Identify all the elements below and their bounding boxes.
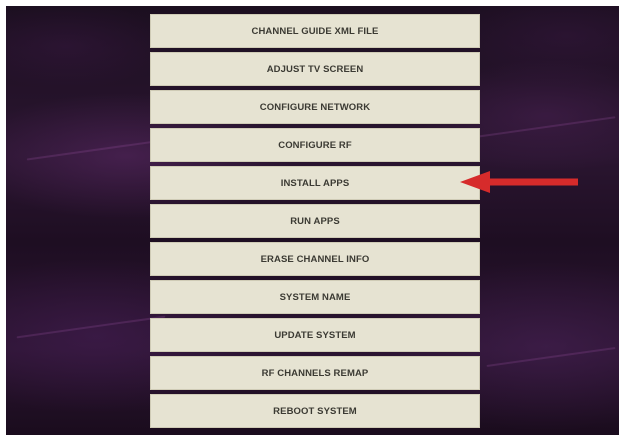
menu-item-reboot-system[interactable]: REBOOT SYSTEM (150, 394, 480, 428)
menu-item-erase-channel-info[interactable]: ERASE CHANNEL INFO (150, 242, 480, 276)
menu-item-adjust-tv-screen[interactable]: ADJUST TV SCREEN (150, 52, 480, 86)
menu-item-rf-channels-remap[interactable]: RF CHANNELS REMAP (150, 356, 480, 390)
menu-item-configure-rf[interactable]: CONFIGURE RF (150, 128, 480, 162)
menu-item-configure-network[interactable]: CONFIGURE NETWORK (150, 90, 480, 124)
background-streak (476, 116, 616, 138)
background-streak (16, 315, 166, 339)
settings-menu: CHANNEL GUIDE XML FILE ADJUST TV SCREEN … (150, 14, 480, 428)
menu-item-system-name[interactable]: SYSTEM NAME (150, 280, 480, 314)
menu-item-channel-guide-xml-file[interactable]: CHANNEL GUIDE XML FILE (150, 14, 480, 48)
background-streak (486, 346, 616, 368)
menu-item-update-system[interactable]: UPDATE SYSTEM (150, 318, 480, 352)
menu-item-install-apps[interactable]: INSTALL APPS (150, 166, 480, 200)
menu-item-run-apps[interactable]: RUN APPS (150, 204, 480, 238)
left-arrow-icon (460, 171, 578, 193)
tv-screen: CHANNEL GUIDE XML FILE ADJUST TV SCREEN … (6, 6, 619, 435)
